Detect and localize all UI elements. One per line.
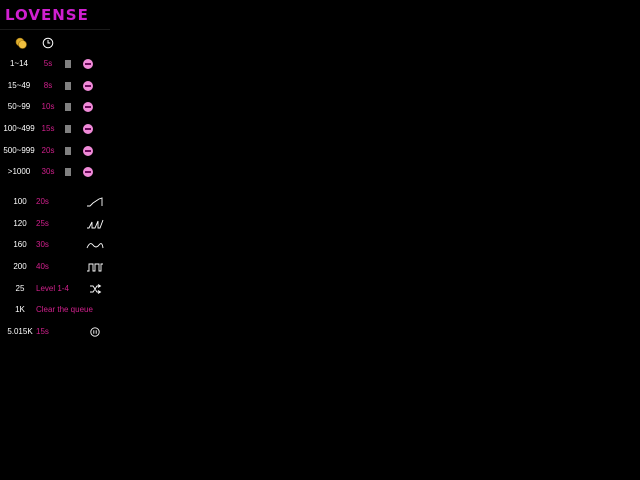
pause-icon: [90, 327, 100, 337]
pulse-pattern-icon: [87, 219, 104, 229]
tip-duration: 30s: [41, 167, 55, 176]
special-command-row: 5.015K 15s: [0, 325, 110, 339]
header-divider: [0, 29, 110, 30]
special-command-row: 120 25s: [0, 217, 110, 231]
command-amount: 160: [13, 240, 27, 249]
tip-duration: 8s: [43, 81, 53, 90]
level-icon: [83, 59, 93, 69]
vibration-bars-icon: [65, 147, 71, 155]
vibration-bars-icon: [65, 168, 71, 176]
wave-pattern-icon: [87, 197, 103, 207]
random-shuffle-icon: [90, 284, 102, 294]
tip-range: 100~499: [3, 124, 35, 133]
vibration-bars-icon: [65, 60, 71, 68]
tip-level-row: 100~499 15s: [0, 122, 110, 136]
command-amount: 120: [13, 219, 27, 228]
command-amount: 100: [13, 197, 27, 206]
sine-pattern-icon: [86, 243, 104, 249]
tip-level-row: 1~14 5s: [0, 57, 110, 71]
special-command-row: 25 Level 1-4: [0, 282, 110, 296]
tip-duration: 20s: [41, 146, 55, 155]
tip-range: 50~99: [7, 102, 31, 111]
lovense-logo: LOVENSE: [5, 5, 105, 25]
vibration-bars-icon: [65, 82, 71, 90]
level-icon: [83, 167, 93, 177]
tip-level-row: 50~99 10s: [0, 100, 110, 114]
tip-range: 1~14: [9, 59, 29, 68]
square-pattern-icon: [87, 263, 103, 272]
tip-range: 15~49: [7, 81, 31, 90]
tip-duration: 10s: [41, 102, 55, 111]
level-icon: [83, 124, 93, 134]
level-icon: [83, 81, 93, 91]
tip-duration: 5s: [43, 59, 53, 68]
clock-icon: [42, 37, 54, 49]
tip-level-row: 500~999 20s: [0, 144, 110, 158]
level-icon: [83, 146, 93, 156]
level-icon: [83, 102, 93, 112]
vibration-bars-icon: [65, 103, 71, 111]
tip-duration: 15s: [41, 124, 55, 133]
command-amount: 1K: [15, 305, 25, 314]
tip-range: >1000: [7, 167, 31, 176]
vibration-bars-icon: [65, 125, 71, 133]
lovense-tip-menu: LOVENSE 1~14 5s 15~49 8s 50~99 10s 100~4…: [0, 0, 110, 350]
special-command-row: 1K Clear the queue: [0, 303, 110, 317]
command-description: Clear the queue: [36, 305, 93, 314]
logo-text: LOVENSE: [5, 6, 89, 24]
tip-level-row: >1000 30s: [0, 165, 110, 179]
special-command-row: 160 30s: [0, 238, 110, 252]
command-amount: 200: [13, 262, 27, 271]
special-command-row: 100 20s: [0, 195, 110, 209]
coins-icon: [15, 37, 27, 49]
command-amount: 5.015K: [7, 327, 33, 336]
special-command-row: 200 40s: [0, 260, 110, 274]
command-amount: 25: [15, 284, 25, 293]
tip-level-row: 15~49 8s: [0, 79, 110, 93]
tip-range: 500~999: [3, 146, 35, 155]
